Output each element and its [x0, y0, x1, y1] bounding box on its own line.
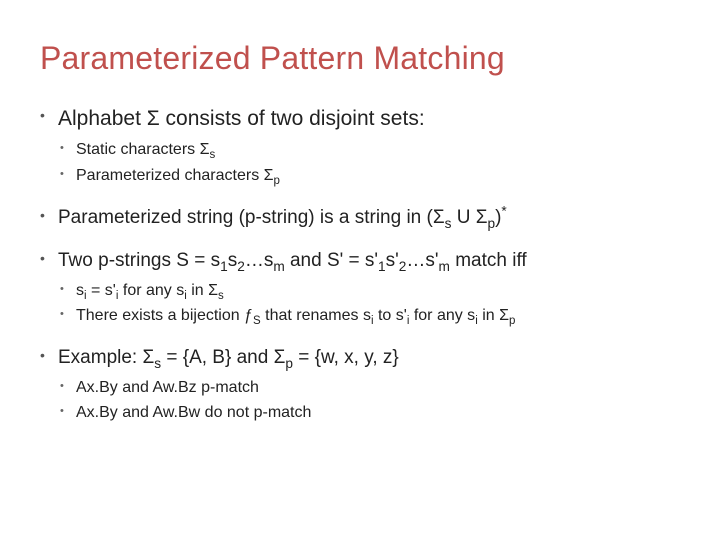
bullet-alphabet: Alphabet Σ consists of two disjoint sets… [40, 105, 680, 187]
sub-bullet: si = s'i for any si in Σs [58, 280, 680, 302]
bullet-text: Example: Σs = {A, B} and Σp = {w, x, y, … [58, 347, 399, 368]
bullet-text: Alphabet Σ consists of two disjoint sets… [58, 107, 425, 130]
slide-title: Parameterized Pattern Matching [40, 40, 680, 77]
sub-bullet: There exists a bijection ƒS that renames… [58, 305, 680, 327]
bullet-list: Alphabet Σ consists of two disjoint sets… [40, 105, 680, 424]
bullet-example: Example: Σs = {A, B} and Σp = {w, x, y, … [40, 345, 680, 424]
bullet-text: Two p-strings S = s1s2…sm and S' = s'1s'… [58, 250, 527, 271]
bullet-match-def: Two p-strings S = s1s2…sm and S' = s'1s'… [40, 248, 680, 327]
bullet-pstring-def: Parameterized string (p-string) is a str… [40, 205, 680, 231]
sub-list: Ax.By and Aw.Bz p-match Ax.By and Aw.Bw … [58, 377, 680, 424]
sub-bullet: Parameterized characters Σp [58, 165, 680, 187]
sub-list: Static characters Σs Parameterized chara… [58, 139, 680, 186]
sub-bullet: Ax.By and Aw.Bw do not p-match [58, 402, 680, 424]
sub-bullet: Static characters Σs [58, 139, 680, 161]
sub-list: si = s'i for any si in Σs There exists a… [58, 280, 680, 327]
sub-bullet: Ax.By and Aw.Bz p-match [58, 377, 680, 399]
